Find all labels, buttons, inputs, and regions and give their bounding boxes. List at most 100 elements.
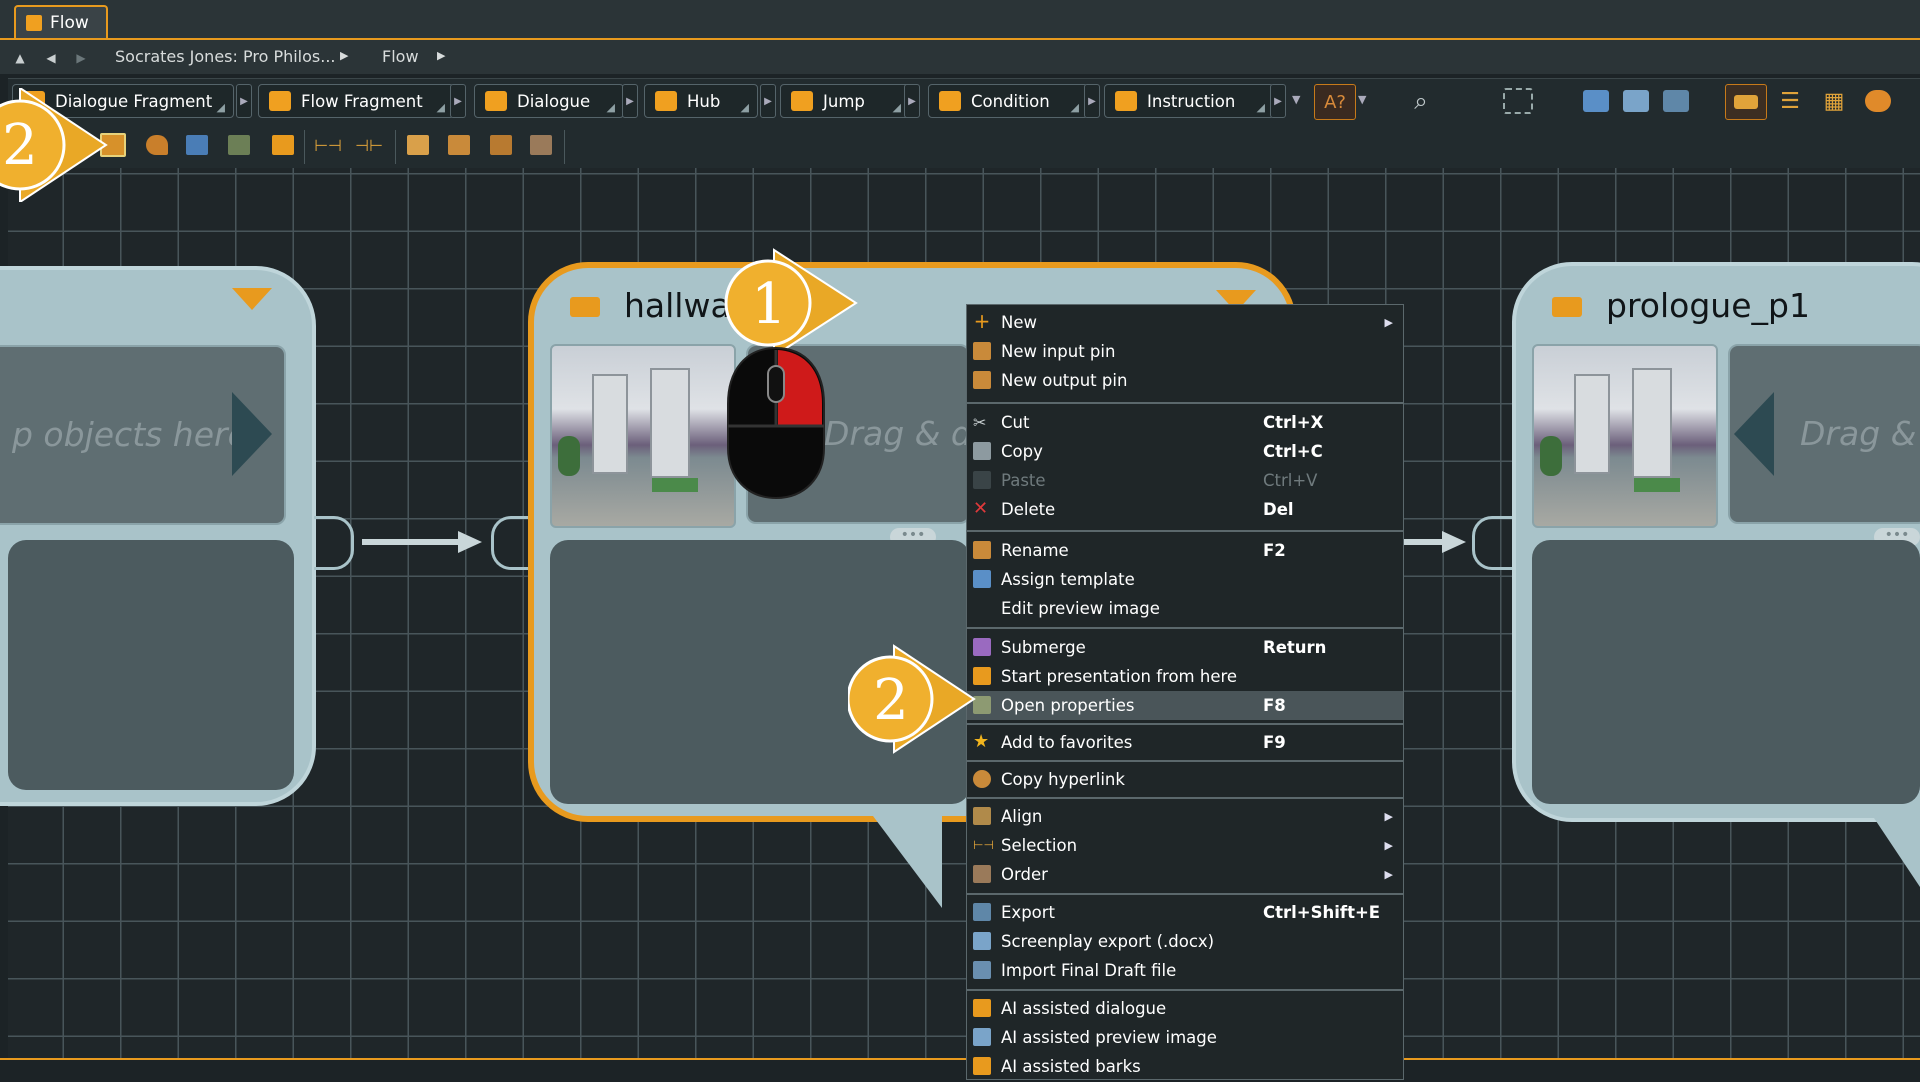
menu-item-ai-barks[interactable]: AI assisted barks	[967, 1052, 1403, 1081]
menu-item-add-to-favorites[interactable]: ★ Add to favorites F9	[967, 728, 1403, 757]
spell-check-icon[interactable]: A?	[1314, 84, 1356, 120]
menu-item-assign-template[interactable]: Assign template	[967, 565, 1403, 594]
menu-item-align[interactable]: Align ▶	[967, 802, 1403, 831]
up-arrow-icon[interactable]: ▲	[10, 48, 30, 68]
shrink-horizontal-icon[interactable]: ⊣⊢	[355, 132, 383, 158]
menu-item-start-presentation[interactable]: Start presentation from here	[967, 662, 1403, 691]
zoom-search-icon[interactable]: ⌕	[1401, 84, 1441, 118]
breadcrumb-separator-icon[interactable]: ▶	[437, 49, 445, 62]
plus-icon: +	[973, 309, 991, 333]
menu-item-new[interactable]: + New ▶	[967, 308, 1403, 337]
drop-hint: Drag & d	[824, 414, 970, 453]
menu-item-screenplay-export[interactable]: Screenplay export (.docx)	[967, 927, 1403, 956]
hub-dropdown[interactable]: ▶	[760, 84, 776, 118]
more-tools-dropdown-icon[interactable]: ▼	[1292, 93, 1300, 106]
menu-item-order[interactable]: Order ▶	[967, 860, 1403, 889]
callout-step-2-toolbar-number: 2	[2, 112, 38, 178]
tool-jump[interactable]: Jump ◢	[780, 84, 910, 118]
menu-item-delete[interactable]: ✕ Delete Del	[967, 495, 1403, 524]
upload-icon[interactable]	[1656, 84, 1696, 118]
tile-view-icon[interactable]: ▦	[1814, 84, 1854, 118]
grid-snap-icon[interactable]	[1498, 84, 1538, 118]
menu-item-new-input-pin[interactable]: New input pin	[967, 337, 1403, 366]
connect-nodes-icon[interactable]	[184, 132, 210, 158]
node-content-area	[8, 540, 294, 790]
menu-item-copy[interactable]: Copy Ctrl+C	[967, 437, 1403, 466]
menu-item-ai-dialogue[interactable]: AI assisted dialogue	[967, 994, 1403, 1023]
tab-flow[interactable]: Flow	[14, 5, 108, 38]
menu-item-cut[interactable]: ✂ Cut Ctrl+X	[967, 408, 1403, 437]
dialogue-dropdown[interactable]: ▶	[622, 84, 638, 118]
delete-x-icon: ✕	[973, 498, 989, 519]
door-shape	[592, 374, 628, 474]
flow-fragment-icon	[269, 91, 291, 111]
tool-dialogue[interactable]: Dialogue ◢	[474, 84, 624, 118]
order-backward-icon[interactable]	[488, 132, 514, 158]
export-image-icon[interactable]	[1616, 84, 1656, 118]
node-collapse-icon[interactable]	[232, 288, 272, 310]
jump-to-icon[interactable]	[270, 132, 296, 158]
instruction-icon	[1115, 91, 1137, 111]
dialogue-fragment-dropdown[interactable]: ▶	[236, 84, 252, 118]
auto-layout-icon[interactable]	[226, 132, 252, 158]
flow-fragment-dropdown[interactable]: ▶	[450, 84, 466, 118]
list-view-icon[interactable]: ☰	[1770, 84, 1810, 118]
pin-icon: ◢	[892, 101, 901, 114]
previous-arrow-icon[interactable]	[1734, 392, 1774, 476]
preview-image[interactable]	[1532, 344, 1718, 528]
menu-item-edit-preview-image[interactable]: Edit preview image	[967, 594, 1403, 623]
add-image-icon[interactable]	[1576, 84, 1616, 118]
context-menu: + New ▶ New input pin New output pin ✂ Cut C…	[966, 304, 1404, 1080]
menu-separator	[967, 760, 1403, 762]
drop-area[interactable]: Drag &	[1728, 344, 1920, 524]
paint-icon[interactable]	[144, 132, 170, 158]
input-pin[interactable]	[491, 516, 531, 570]
flow-view-icon[interactable]	[1725, 84, 1767, 120]
output-pin-icon	[973, 371, 991, 389]
instruction-dropdown[interactable]: ▶	[1270, 84, 1286, 118]
preview-image[interactable]	[550, 344, 736, 528]
output-pin[interactable]	[314, 516, 354, 570]
menu-item-paste[interactable]: Paste Ctrl+V	[967, 466, 1403, 495]
spread-horizontal-icon[interactable]: ⊢⊣	[314, 132, 342, 158]
menu-item-selection[interactable]: ⊢⊣ Selection ▶	[967, 831, 1403, 860]
menu-item-new-output-pin[interactable]: New output pin	[967, 366, 1403, 395]
node-title[interactable]: prologue_p1	[1606, 286, 1810, 325]
menu-item-submerge[interactable]: Submerge Return	[967, 633, 1403, 662]
breadcrumb-project[interactable]: Socrates Jones: Pro Philos...	[115, 47, 336, 66]
pin-icon: ◢	[606, 101, 615, 114]
menu-item-rename[interactable]: Rename F2	[967, 536, 1403, 565]
ai-dialogue-icon	[973, 999, 991, 1017]
menu-item-copy-hyperlink[interactable]: Copy hyperlink	[967, 765, 1403, 794]
toolbar-separator	[564, 130, 565, 164]
speech-tail	[1870, 812, 1920, 902]
template-icon[interactable]	[1858, 84, 1898, 118]
menu-item-open-properties[interactable]: Open properties F8	[967, 691, 1403, 720]
menu-item-import-final-draft[interactable]: Import Final Draft file	[967, 956, 1403, 985]
jump-dropdown[interactable]: ▶	[904, 84, 920, 118]
pin-icon: ◢	[1070, 101, 1079, 114]
spell-check-dropdown-icon[interactable]: ▼	[1358, 93, 1366, 106]
tool-instruction[interactable]: Instruction ◢	[1104, 84, 1274, 118]
pin-icon: ◢	[1256, 101, 1265, 114]
menu-separator	[967, 530, 1403, 532]
drop-area[interactable]: p objects here	[0, 345, 286, 525]
input-pin[interactable]	[1472, 516, 1512, 570]
order-front-icon[interactable]	[405, 132, 431, 158]
pin-icon: ◢	[216, 101, 225, 114]
menu-item-ai-preview-image[interactable]: AI assisted preview image	[967, 1023, 1403, 1052]
order-back-icon[interactable]	[528, 132, 554, 158]
pin-icon: ◢	[740, 101, 749, 114]
back-arrow-icon[interactable]: ◀	[41, 48, 61, 68]
condition-dropdown[interactable]: ▶	[1084, 84, 1100, 118]
tool-condition[interactable]: Condition ◢	[928, 84, 1088, 118]
breadcrumb-current[interactable]: Flow	[382, 47, 419, 66]
tool-hub[interactable]: Hub ◢	[644, 84, 758, 118]
next-arrow-icon[interactable]	[232, 392, 272, 476]
order-forward-icon[interactable]	[446, 132, 472, 158]
breadcrumb-separator-icon[interactable]: ▶	[340, 49, 348, 62]
tool-flow-fragment[interactable]: Flow Fragment ◢	[258, 84, 454, 118]
ai-image-icon	[973, 1028, 991, 1046]
forward-arrow-icon[interactable]: ▶	[71, 48, 91, 68]
menu-item-export[interactable]: Export Ctrl+Shift+E	[967, 898, 1403, 927]
